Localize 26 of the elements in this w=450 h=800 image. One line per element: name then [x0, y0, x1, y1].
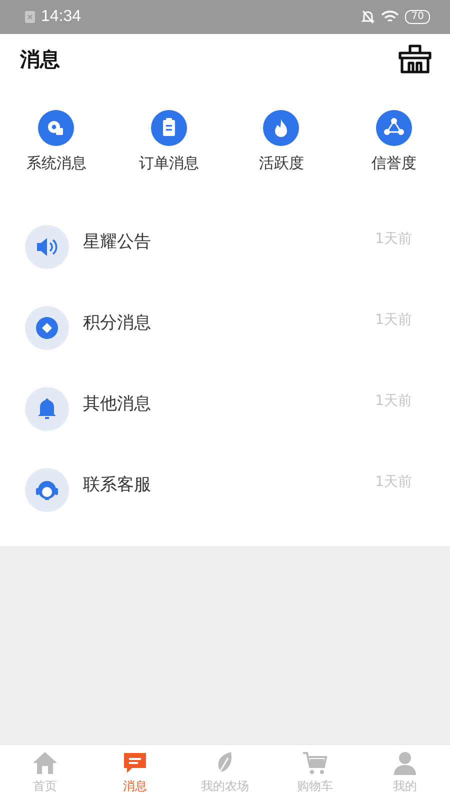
sim-icon: [25, 11, 35, 23]
speaker-icon[interactable]: [25, 224, 69, 268]
page-title: 消息: [20, 46, 60, 72]
message-time: 1天前: [375, 472, 412, 490]
message-title[interactable]: 星耀公告: [83, 230, 376, 253]
diamond-coin-icon[interactable]: [25, 306, 69, 350]
status-time: 14:34: [41, 8, 82, 26]
message-title[interactable]: 积分消息: [83, 311, 376, 334]
network-icon[interactable]: [376, 110, 412, 146]
headset-icon[interactable]: [25, 468, 69, 512]
message-time: 1天前: [375, 392, 412, 410]
category-label[interactable]: 信誉度: [371, 154, 416, 173]
clipboard-icon[interactable]: [150, 110, 187, 146]
chat-bubble-icon[interactable]: [121, 750, 149, 776]
muted-bell-icon: [361, 10, 376, 24]
category-label[interactable]: 订单消息: [138, 154, 199, 173]
message-title[interactable]: 其他消息: [83, 392, 376, 415]
message-time: 1天前: [375, 310, 412, 328]
wifi-icon: [381, 10, 400, 24]
battery-icon: 70: [405, 10, 430, 24]
category-label[interactable]: 系统消息: [26, 154, 86, 173]
flame-icon[interactable]: [263, 110, 300, 146]
bell-icon[interactable]: [25, 386, 69, 430]
message-time: 1天前: [375, 230, 412, 248]
category-label[interactable]: 活跃度: [258, 154, 304, 173]
message-title[interactable]: 联系客服: [83, 473, 376, 496]
